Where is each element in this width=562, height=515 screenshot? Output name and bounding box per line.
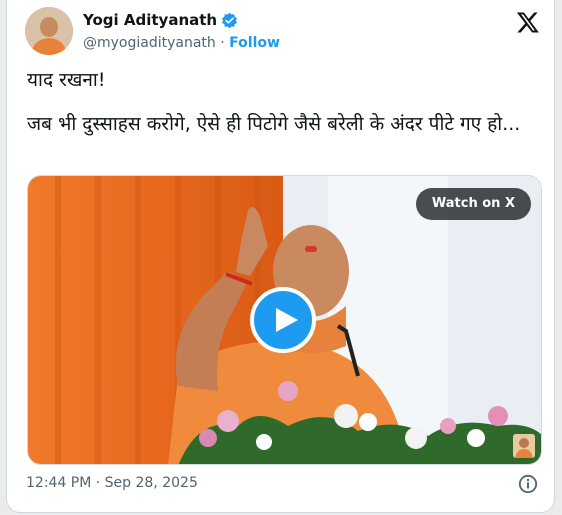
follow-button[interactable]: Follow [229,35,280,51]
handle-separator: · [215,35,230,51]
video-corner-thumbnail [513,434,535,458]
verified-badge-icon [222,12,238,28]
tweet-text-line1: याद रखना! [27,69,106,91]
play-button[interactable] [250,287,316,353]
author-name-row: Yogi Adityanath [83,11,238,29]
author-name[interactable]: Yogi Adityanath [83,11,217,29]
info-icon[interactable] [518,474,538,494]
watch-on-x-button[interactable]: Watch on X [415,188,531,220]
x-logo-icon[interactable] [516,10,540,34]
author-avatar[interactable] [25,7,73,55]
tweet-text: याद रखना! जब भी दुस्साहस करोगे, ऐसे ही पि… [27,67,539,137]
tweet-embed-card: Yogi Adityanath @myogiadityanath · Follo… [6,0,555,513]
video-media[interactable]: Watch on X [27,175,542,465]
author-handle[interactable]: @myogiadityanath [83,35,216,51]
tweet-text-body: जब भी दुस्साहस करोगे, ऐसे ही पिटोगे जैसे… [27,113,521,135]
author-handle-row: @myogiadityanath · Follow [83,35,280,51]
play-icon [276,308,298,332]
tweet-timestamp[interactable]: 12:44 PM · Sep 28, 2025 [26,475,198,491]
